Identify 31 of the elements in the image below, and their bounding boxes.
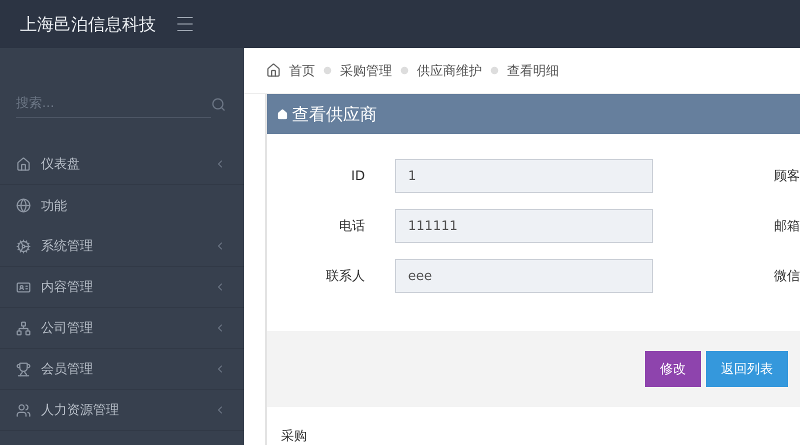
home-icon: [277, 108, 288, 120]
field-label: 邮箱: [774, 218, 800, 235]
sitemap-icon: [16, 320, 31, 336]
users-icon: [16, 402, 31, 418]
field-label: ID: [350, 168, 365, 184]
dot-icon: [400, 66, 409, 75]
trophy-icon: [16, 362, 31, 376]
input-field[interactable]: eee: [395, 259, 653, 293]
globe-icon: [16, 198, 31, 213]
home-icon: [266, 63, 281, 78]
back-to-list-button[interactable]: 返回列表: [706, 351, 788, 387]
breadcrumb-link[interactable]: 查看明细: [507, 62, 559, 80]
field-label: 电话: [338, 218, 365, 235]
field-label: 顾客: [774, 168, 800, 185]
home-icon: [16, 156, 31, 172]
panel-title: 查看供应商: [292, 104, 377, 126]
field-label: 联系人: [325, 268, 365, 285]
dot-icon: [490, 66, 499, 75]
dot-icon: [323, 66, 332, 75]
app-title: 上海邑泊信息科技: [20, 14, 156, 36]
input-field[interactable]: 111111: [395, 209, 653, 243]
field-label: 微信: [774, 268, 800, 285]
input-field[interactable]: 1: [395, 159, 653, 193]
breadcrumb-link[interactable]: 首页: [289, 62, 315, 80]
gear-icon: [16, 238, 31, 254]
section-title: 采购: [280, 428, 308, 445]
breadcrumb-link[interactable]: 采购管理: [340, 62, 392, 80]
card-icon: [16, 280, 31, 294]
menu-section-header: 功能: [0, 185, 244, 226]
edit-button[interactable]: 修改: [645, 351, 701, 387]
breadcrumb-link[interactable]: 供应商维护: [417, 62, 482, 80]
